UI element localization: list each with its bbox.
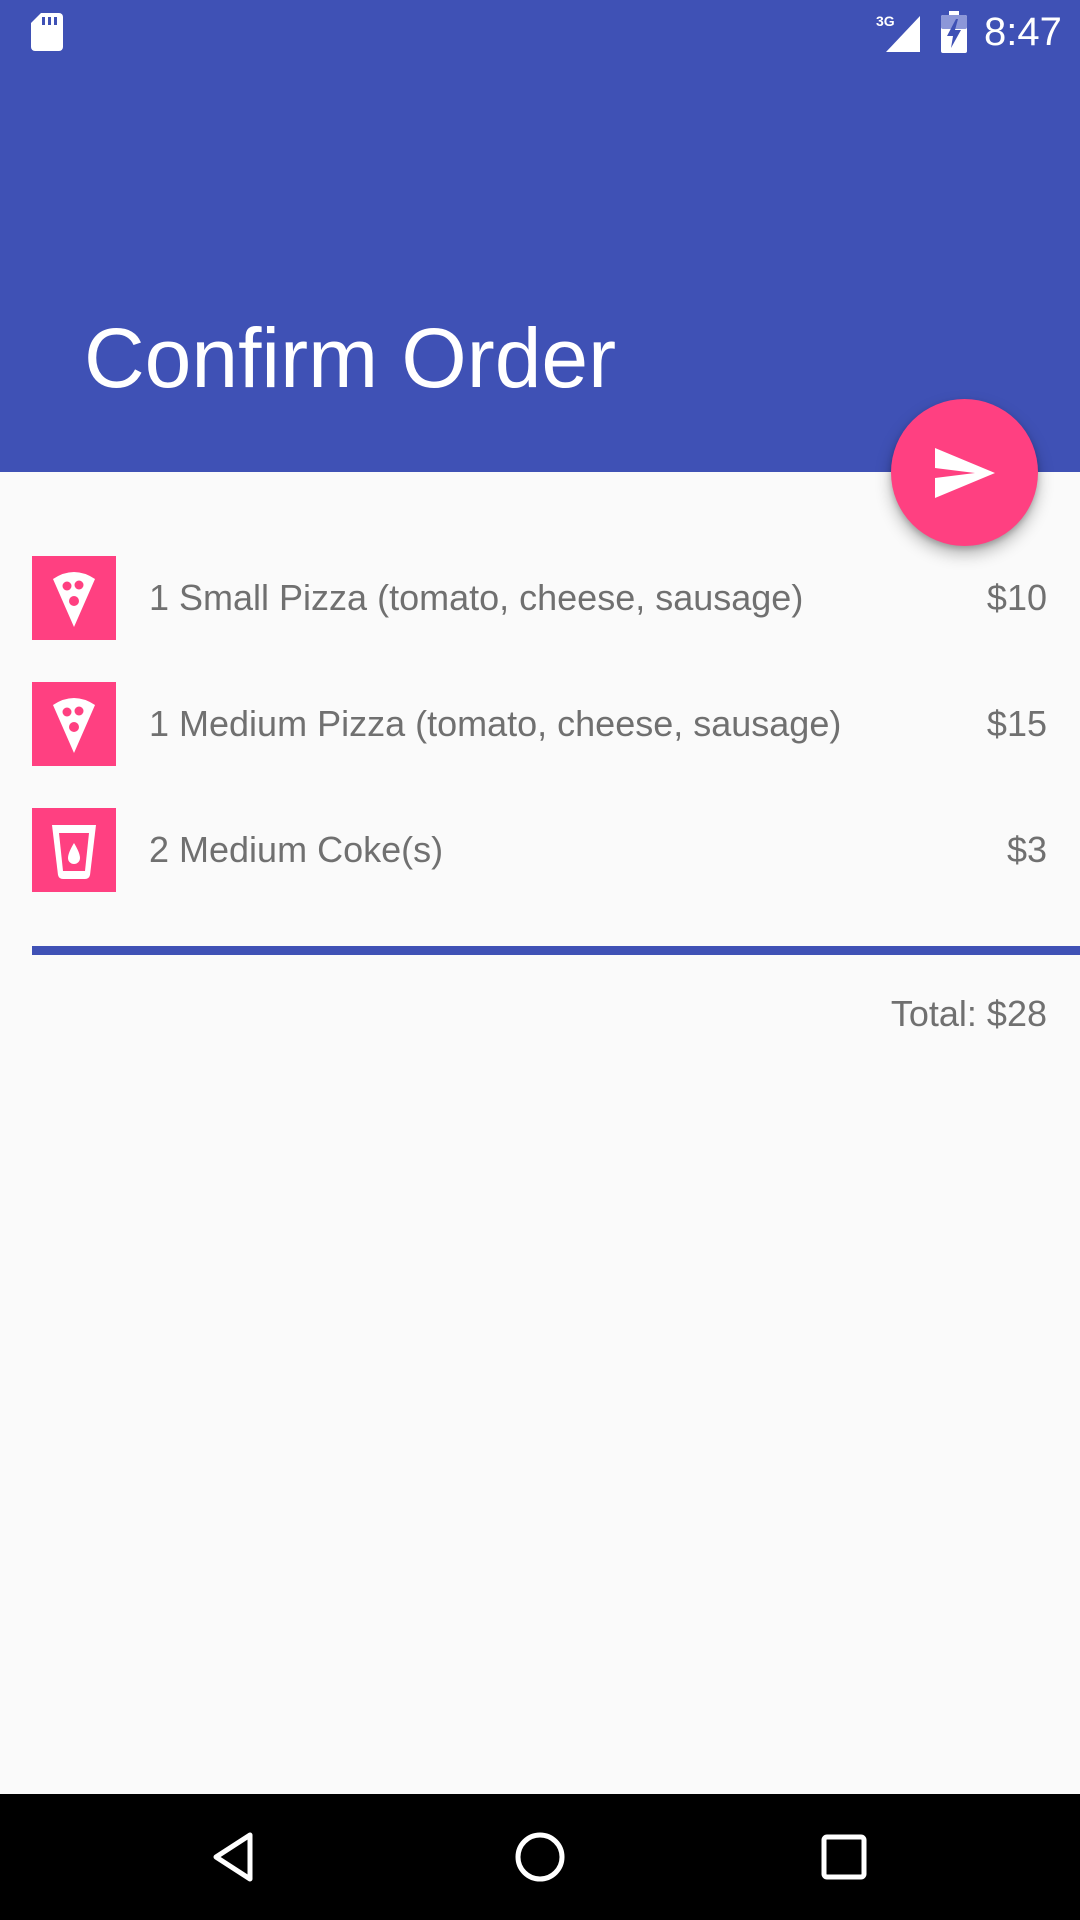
app-bar: 3G 8:47 Confirm Order xyxy=(0,0,1080,472)
status-time: 8:47 xyxy=(984,10,1062,54)
pizza-icon xyxy=(32,556,116,640)
item-price: $3 xyxy=(1006,829,1047,870)
pizza-icon xyxy=(32,682,116,766)
svg-text:3G: 3G xyxy=(876,13,895,29)
item-description: 1 Medium Pizza (tomato, cheese, sausage) xyxy=(149,703,842,744)
back-icon[interactable] xyxy=(206,1827,266,1887)
page-title: Confirm Order xyxy=(84,311,617,405)
cellular-signal-icon: 3G xyxy=(876,13,920,52)
battery-charging-icon xyxy=(941,11,967,53)
sd-card-icon xyxy=(31,13,63,51)
status-bar: 3G 8:47 xyxy=(0,0,1080,63)
navigation-bar xyxy=(0,1794,1080,1920)
order-total: Total: $28 xyxy=(890,993,1047,1034)
item-price: $15 xyxy=(986,703,1047,744)
total-divider xyxy=(32,946,1080,955)
order-list: 1 Small Pizza (tomato, cheese, sausage) … xyxy=(0,550,1080,928)
home-icon[interactable] xyxy=(510,1827,570,1887)
list-item: 2 Medium Coke(s) $3 xyxy=(0,802,1080,928)
send-icon xyxy=(934,447,995,498)
list-item: 1 Small Pizza (tomato, cheese, sausage) … xyxy=(0,550,1080,676)
drink-icon xyxy=(32,808,116,892)
screen: 3G 8:47 Confirm Order 1 Small Pizza (tom… xyxy=(0,0,1080,1920)
item-price: $10 xyxy=(986,577,1047,618)
item-description: 2 Medium Coke(s) xyxy=(149,829,444,870)
list-item: 1 Medium Pizza (tomato, cheese, sausage)… xyxy=(0,676,1080,802)
recents-icon[interactable] xyxy=(814,1827,874,1887)
item-description: 1 Small Pizza (tomato, cheese, sausage) xyxy=(149,577,804,618)
send-order-button[interactable] xyxy=(891,399,1038,546)
